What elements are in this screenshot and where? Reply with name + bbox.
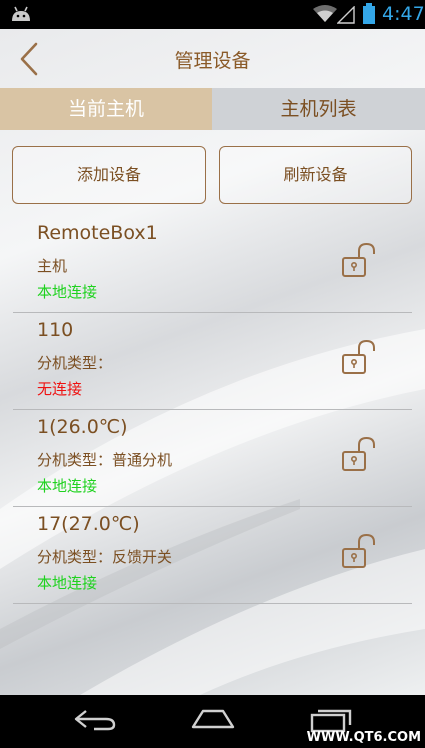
android-icon	[12, 6, 30, 21]
device-name: 17(27.0℃)	[37, 513, 140, 535]
tab-host-list[interactable]: 主机列表	[212, 88, 425, 130]
battery-icon	[363, 3, 375, 24]
device-connection: 本地连接	[37, 283, 98, 301]
watermark-text: WWW.QT6.COM	[306, 730, 421, 745]
add-device-button[interactable]: 添加设备	[12, 146, 206, 204]
device-name: RemoteBox1	[37, 222, 158, 244]
status-time: 4:47	[382, 3, 425, 25]
back-nav-icon[interactable]	[72, 707, 118, 733]
signal-icon	[337, 6, 355, 24]
device-item[interactable]: 1(26.0℃) 分机类型：普通分机 本地连接	[13, 410, 412, 507]
status-bar: 4:47	[0, 0, 425, 29]
unlocked-padlock-icon[interactable]	[341, 242, 379, 278]
unlocked-padlock-icon[interactable]	[341, 436, 379, 472]
device-item[interactable]: RemoteBox1 主机 本地连接	[13, 216, 412, 313]
navigation-bar: WWW.QT6.COM	[0, 695, 425, 748]
device-connection: 本地连接	[37, 574, 98, 592]
tab-current-host[interactable]: 当前主机	[0, 88, 212, 130]
app-screen: 管理设备 当前主机 主机列表 添加设备 刷新设备 RemoteBox1 主机 本…	[0, 29, 425, 695]
device-type: 主机	[37, 257, 68, 275]
home-nav-icon[interactable]	[189, 707, 237, 731]
unlocked-padlock-icon[interactable]	[341, 339, 379, 375]
device-name: 1(26.0℃)	[37, 416, 128, 438]
device-type: 分机类型：	[37, 354, 113, 372]
unlocked-padlock-icon[interactable]	[341, 533, 379, 569]
device-type: 分机类型：普通分机	[37, 451, 173, 469]
device-item[interactable]: 17(27.0℃) 分机类型：反馈开关 本地连接	[13, 507, 412, 604]
device-connection: 本地连接	[37, 477, 98, 495]
page-title: 管理设备	[174, 50, 251, 72]
device-type: 分机类型：反馈开关	[37, 548, 173, 566]
device-item[interactable]: 110 分机类型： 无连接	[13, 313, 412, 410]
refresh-devices-button[interactable]: 刷新设备	[219, 146, 412, 204]
header: 管理设备	[0, 29, 425, 88]
tab-bar: 当前主机 主机列表	[0, 88, 425, 130]
device-name: 110	[37, 319, 74, 341]
wifi-icon	[313, 5, 337, 22]
device-connection: 无连接	[37, 380, 83, 398]
